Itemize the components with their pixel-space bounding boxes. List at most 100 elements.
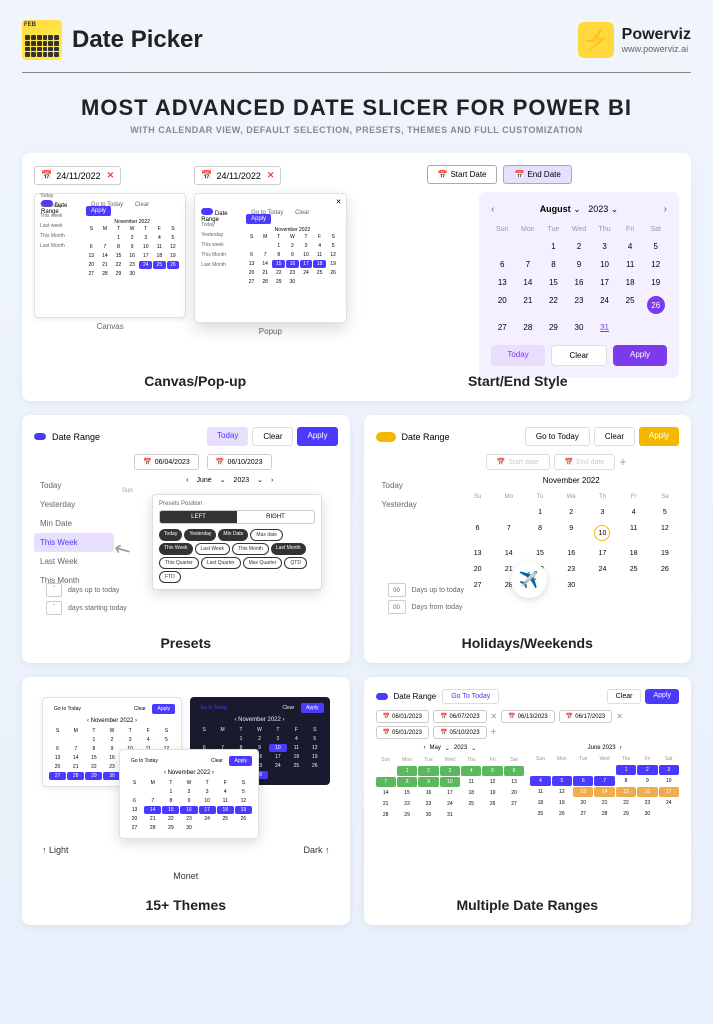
clear-icon[interactable]: ✕	[267, 170, 275, 181]
preset-chip[interactable]: Last Week	[195, 543, 231, 555]
toggle-icon[interactable]	[34, 433, 46, 440]
position-left-tab[interactable]: LEFT	[160, 511, 237, 523]
range-end-input[interactable]: 📅 06/17/2023	[559, 710, 613, 723]
days-input[interactable]: 00	[388, 583, 406, 597]
preset-chip[interactable]: Last Quarter	[201, 557, 241, 569]
preset-item[interactable]: Yesterday	[201, 230, 243, 240]
end-date-input[interactable]: 📅 06/10/2023	[207, 454, 272, 470]
apply-button[interactable]: Apply	[613, 345, 667, 366]
preset-item[interactable]: Yesterday	[34, 495, 114, 514]
preset-item[interactable]: This week	[201, 240, 243, 250]
page-title: Date Picker	[72, 26, 203, 54]
clear-icon[interactable]: ✕	[107, 170, 115, 181]
apply-button[interactable]: Apply	[246, 214, 271, 224]
popup-title: Presets Position	[159, 501, 315, 507]
preset-item[interactable]: Last week	[40, 221, 82, 231]
today-button[interactable]: Today	[491, 345, 545, 366]
preset-chip[interactable]: Last Month	[271, 543, 306, 555]
dark-label: Dark ↑	[303, 845, 329, 855]
date-input[interactable]: 📅 24/11/2022 ✕	[194, 166, 281, 185]
preset-item[interactable]: Yesterday	[376, 495, 456, 514]
preset-chip[interactable]: FTD	[159, 571, 181, 583]
prev-month-icon[interactable]: ‹	[491, 204, 494, 215]
preset-item[interactable]: Today	[201, 220, 243, 230]
start-date-input[interactable]: 📅 Start date	[486, 454, 550, 470]
toggle-icon[interactable]	[376, 432, 396, 442]
preset-item[interactable]: This Month	[40, 231, 82, 241]
preset-chip[interactable]: This Quarter	[159, 557, 199, 569]
calendar-grid[interactable]: SunMonTueWedThuFriSat 12345 6789101112 1…	[491, 223, 667, 335]
remove-range-icon[interactable]: ✕	[616, 712, 623, 721]
preset-item[interactable]: Last Month	[40, 241, 82, 251]
preset-chip[interactable]: Max Quarter	[243, 557, 283, 569]
preset-chip[interactable]: QTD	[284, 557, 307, 569]
days-input[interactable]: 00	[388, 600, 406, 614]
clear-button[interactable]: Clear	[594, 427, 635, 446]
month-select[interactable]: August	[540, 204, 571, 214]
preset-item[interactable]: This Month	[201, 250, 243, 260]
position-right-tab[interactable]: RIGHT	[237, 511, 314, 523]
canvas-preview: 📅 24/11/2022 ✕ Date Range Go to Today Cl…	[34, 165, 186, 365]
preset-item[interactable]: Today	[40, 191, 82, 201]
days-input[interactable]: -	[46, 583, 62, 597]
toggle-icon[interactable]	[201, 208, 213, 215]
add-range-icon[interactable]: +	[619, 455, 626, 469]
apply-button[interactable]: Apply	[297, 427, 337, 446]
goto-today-button[interactable]: Go to Today	[525, 427, 590, 446]
preset-item[interactable]: Min Date	[34, 514, 114, 533]
end-date-input[interactable]: 📅 End date	[554, 454, 616, 470]
start-date-tab[interactable]: 📅 Start Date	[427, 165, 498, 184]
next-month-icon[interactable]: ›	[664, 204, 667, 215]
preset-chip[interactable]: Today	[159, 529, 182, 541]
clear-button[interactable]: Clear	[252, 427, 293, 446]
days-input[interactable]: -	[46, 601, 62, 615]
preset-chip[interactable]: Max date	[250, 529, 283, 541]
header-right: ⚡ Powerviz www.powerviz.ai	[578, 22, 691, 58]
apply-button[interactable]: Apply	[645, 689, 679, 704]
next-month-icon[interactable]: ›	[620, 745, 622, 751]
clear-button[interactable]: Clear	[607, 689, 642, 704]
calendar-grid[interactable]: SunMonTueWedThuFriSat 123 45678910 11121…	[530, 754, 679, 819]
calendar-grid[interactable]: SuMoTuWeThFrSa 12345 6789101112 13141516…	[464, 491, 680, 592]
range-label: Date Range	[52, 432, 100, 442]
clear-button[interactable]: Clear	[551, 345, 607, 366]
apply-button[interactable]: Apply	[639, 427, 679, 446]
toggle-icon[interactable]	[376, 693, 388, 700]
goto-today-button[interactable]: Go To Today	[442, 689, 499, 704]
preset-item[interactable]: This week	[40, 211, 82, 221]
card-multiple-ranges: Date Range Go To Today Clear Apply 📅 06/…	[364, 677, 692, 925]
preset-item[interactable]: Last Month	[201, 260, 243, 270]
range-start-input[interactable]: 📅 06/13/2023	[501, 710, 555, 723]
header: Date Picker ⚡ Powerviz www.powerviz.ai	[22, 20, 691, 73]
preset-chip[interactable]: This Week	[159, 543, 193, 555]
remove-range-icon[interactable]: ✕	[491, 712, 498, 721]
preset-item[interactable]: Yesterday	[40, 201, 82, 211]
range-start-input[interactable]: 📅 05/01/2023	[376, 726, 430, 739]
preset-item[interactable]: Today	[376, 476, 456, 495]
clear-button[interactable]: Clear	[130, 200, 154, 210]
today-button[interactable]: Today	[207, 427, 248, 446]
date-input[interactable]: 📅 24/11/2022 ✕	[34, 166, 121, 185]
start-date-input[interactable]: 📅 06/04/2023	[134, 454, 199, 470]
year-select[interactable]: 2023	[588, 204, 608, 214]
prev-month-icon[interactable]: ‹	[423, 745, 425, 752]
hero-subtitle: WITH CALENDAR VIEW, DEFAULT SELECTION, P…	[22, 125, 691, 135]
clear-button[interactable]: Clear	[290, 208, 314, 218]
range-start-input[interactable]: 📅 06/01/2023	[376, 710, 430, 723]
preset-item[interactable]: Last Week	[34, 552, 114, 571]
end-date-tab[interactable]: 📅 End Date	[503, 165, 571, 184]
apply-button[interactable]: Apply	[86, 206, 111, 216]
range-end-input[interactable]: 📅 05/10/2023	[433, 726, 487, 739]
preset-chip[interactable]: Min Date	[218, 529, 248, 541]
preset-chip[interactable]: This Month	[232, 543, 269, 555]
preset-item[interactable]: Today	[34, 476, 114, 495]
calendar-grid[interactable]: SunMonTueWedThuFriSat 123456 78910111213…	[376, 755, 525, 820]
range-end-input[interactable]: 📅 06/07/2023	[433, 710, 487, 723]
close-icon[interactable]: ✕	[336, 198, 342, 206]
brand-name: Powerviz	[622, 26, 691, 44]
preset-chip[interactable]: Yesterday	[184, 529, 216, 541]
brand: Powerviz www.powerviz.ai	[622, 26, 691, 54]
popup-label: Popup	[194, 327, 346, 336]
preset-item[interactable]: This Week	[34, 533, 114, 552]
add-range-icon[interactable]: +	[491, 727, 497, 738]
